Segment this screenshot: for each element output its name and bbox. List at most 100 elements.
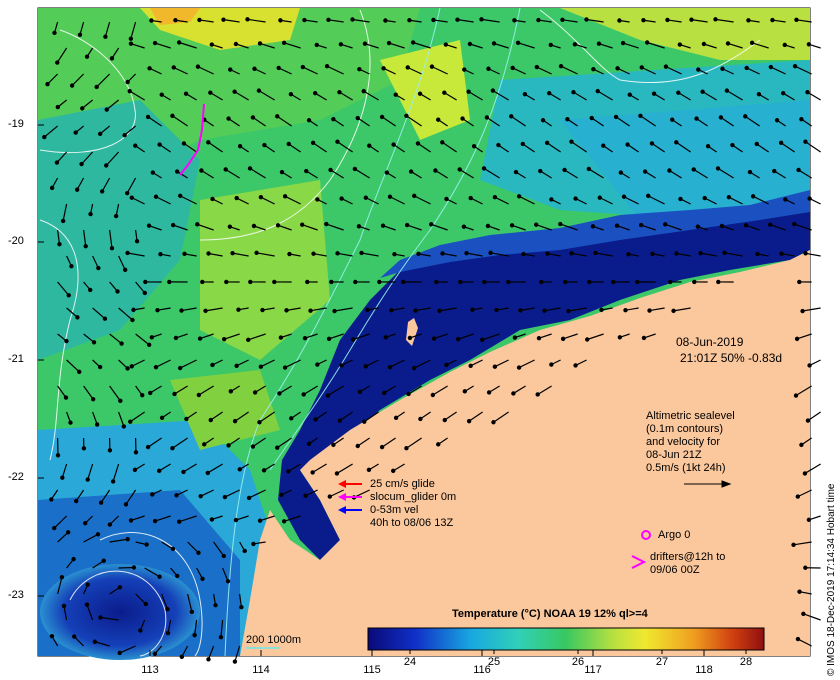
- velocity-arrow-head: [365, 307, 370, 313]
- velocity-arrow-head: [91, 340, 97, 345]
- velocity-arrow-head: [324, 64, 330, 69]
- velocity-arrow-head: [533, 222, 539, 227]
- velocity-arrow-head: [635, 279, 640, 285]
- velocity-arrow-head: [232, 659, 238, 664]
- velocity-arrow-head: [558, 64, 564, 69]
- velocity-arrow-head: [250, 444, 256, 449]
- velocity-arrow-head: [591, 66, 596, 72]
- lat-tick: -21: [8, 353, 24, 365]
- date-label: 08-Jun-2019: [676, 335, 744, 349]
- velocity-arrow-head: [379, 444, 385, 450]
- velocity-arrow-head: [490, 88, 496, 93]
- velocity-arrow-head: [189, 609, 195, 615]
- velocity-arrow-head: [558, 221, 563, 227]
- velocity-arrow-head: [563, 279, 568, 285]
- velocity-arrow-head: [779, 251, 784, 256]
- velocity-arrow-head: [312, 90, 318, 96]
- velocity-arrow-head: [102, 316, 108, 321]
- velocity-arrow-head: [791, 542, 796, 548]
- velocity-arrow-head: [467, 41, 473, 47]
- velocity-arrow-head: [148, 390, 153, 396]
- velocity-arrow-head: [206, 140, 211, 145]
- velocity-arrow-head: [355, 443, 360, 449]
- velocity-arrow-head: [95, 532, 101, 537]
- lon-tick: 117: [584, 664, 602, 676]
- velocity-arrow-head: [621, 194, 627, 199]
- velocity-arrow-head: [129, 195, 134, 200]
- velocity-arrow-head: [200, 576, 205, 581]
- glider-legend-line: 0-53m vel: [370, 504, 419, 516]
- velocity-arrow-head: [90, 397, 96, 402]
- velocity-arrow-head: [406, 391, 411, 397]
- velocity-arrow-head: [663, 64, 669, 69]
- velocity-arrow-head: [177, 365, 183, 371]
- velocity-arrow-head: [805, 89, 810, 95]
- altimetry-line: 0.5m/s (1kt 24h): [646, 462, 726, 474]
- velocity-arrow-head: [113, 213, 119, 219]
- velocity-arrow-head: [134, 239, 140, 244]
- velocity-arrow-head: [69, 264, 74, 269]
- velocity-arrow-head: [257, 420, 262, 425]
- velocity-arrow-head: [538, 168, 543, 174]
- velocity-arrow-head: [332, 308, 337, 314]
- velocity-arrow-head: [800, 308, 805, 314]
- velocity-arrow-head: [152, 651, 158, 656]
- velocity-arrow-head: [275, 114, 280, 119]
- velocity-arrow-head: [174, 493, 179, 498]
- velocity-arrow-head: [97, 364, 103, 370]
- velocity-arrow-head: [393, 92, 398, 97]
- altimetry-line: Altimetric sealevel: [646, 410, 735, 422]
- velocity-arrow-head: [719, 223, 725, 229]
- velocity-arrow-head: [620, 40, 626, 46]
- velocity-arrow-head: [119, 341, 124, 346]
- contour-legend-label: 200 1000m: [246, 634, 302, 646]
- velocity-arrow-head: [145, 444, 151, 450]
- velocity-arrow-head: [171, 65, 176, 70]
- colorbar-title: Temperature (°C) NOAA 19 12% ql>=4: [452, 608, 648, 620]
- velocity-arrow-head: [404, 113, 409, 118]
- velocity-arrow-head: [315, 362, 320, 367]
- velocity-arrow-head: [170, 546, 176, 552]
- lon-tick: 114: [252, 664, 270, 676]
- velocity-arrow-head: [228, 389, 234, 394]
- velocity-arrow-head: [279, 169, 285, 175]
- velocity-arrow-head: [125, 190, 130, 196]
- velocity-arrow-head: [443, 42, 449, 47]
- velocity-arrow-head: [391, 468, 396, 474]
- velocity-arrow-head: [52, 30, 57, 36]
- velocity-arrow-head: [383, 335, 389, 340]
- velocity-arrow-head: [801, 611, 806, 617]
- argo-label: Argo 0: [658, 529, 691, 541]
- velocity-arrow-head: [245, 17, 250, 22]
- velocity-arrow-head: [515, 40, 521, 46]
- velocity-arrow-head: [75, 315, 80, 320]
- colorbar-tick: 26: [571, 656, 585, 668]
- velocity-arrow-head: [613, 114, 619, 120]
- velocity-arrow-head: [546, 90, 552, 96]
- velocity-arrow-head: [260, 307, 265, 313]
- velocity-arrow-head: [437, 308, 442, 314]
- velocity-arrow-head: [782, 42, 787, 48]
- velocity-arrow-head: [206, 251, 211, 256]
- velocity-arrow-head: [384, 170, 390, 175]
- velocity-arrow-head: [233, 41, 239, 47]
- velocity-arrow-head: [667, 168, 672, 173]
- velocity-arrow-head: [176, 40, 182, 45]
- velocity-arrow-head: [110, 479, 116, 484]
- velocity-arrow-head: [665, 17, 670, 23]
- velocity-arrow-head: [210, 196, 215, 202]
- velocity-arrow-head: [599, 307, 604, 313]
- velocity-arrow-head: [98, 615, 103, 620]
- velocity-arrow-head: [286, 141, 291, 147]
- velocity-arrow-head: [408, 169, 414, 174]
- velocity-arrow-head: [284, 308, 289, 313]
- velocity-arrow-head: [155, 308, 160, 313]
- velocity-arrow-head: [440, 251, 445, 256]
- velocity-arrow-head: [646, 193, 651, 199]
- velocity-arrow-head: [805, 418, 811, 423]
- velocity-arrow-head: [152, 518, 158, 524]
- velocity-arrow-head: [254, 250, 259, 256]
- velocity-arrow-head: [57, 241, 62, 247]
- velocity-arrow-head: [488, 250, 493, 256]
- velocity-arrow-head: [486, 66, 491, 71]
